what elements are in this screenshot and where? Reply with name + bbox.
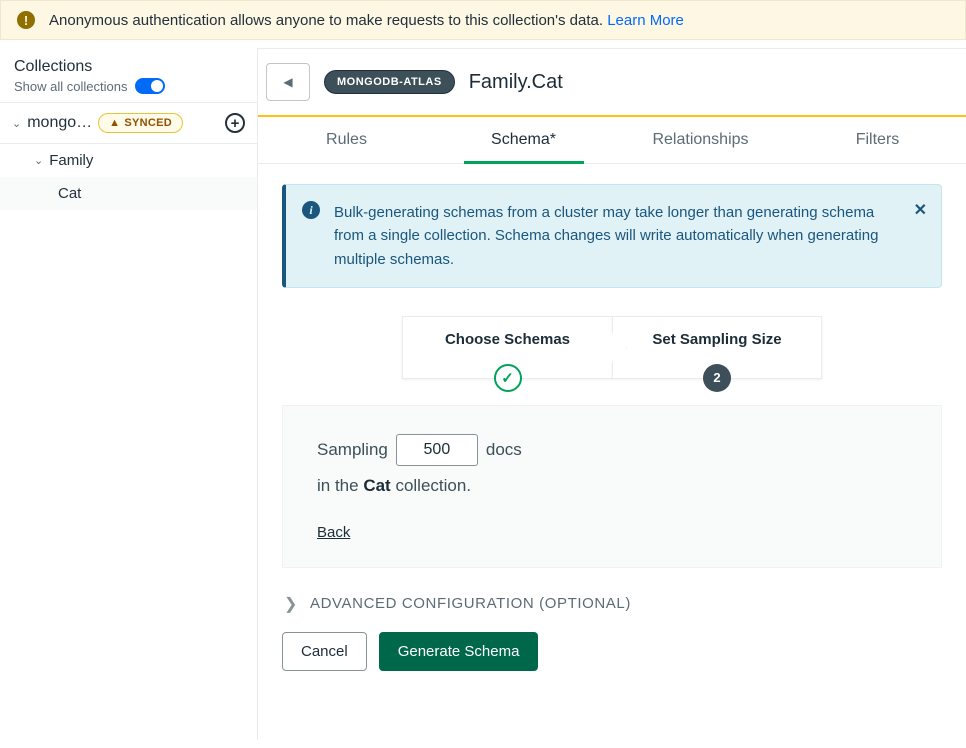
show-all-toggle[interactable] xyxy=(135,78,165,94)
stepper: Choose Schemas ✓ Set Sampling Size 2 xyxy=(282,316,942,379)
collection-title: Family.Cat xyxy=(469,71,563,94)
warning-message: Anonymous authentication allows anyone t… xyxy=(49,12,607,29)
learn-more-link[interactable]: Learn More xyxy=(607,12,684,29)
warning-icon: ! xyxy=(17,11,35,29)
check-icon: ✓ xyxy=(494,364,522,392)
sampling-input[interactable] xyxy=(396,434,478,466)
sampling-panel: Sampling docs in the Cat collection. Bac… xyxy=(282,405,942,568)
sampling-collection-name: Cat xyxy=(363,476,390,495)
step1-label: Choose Schemas xyxy=(445,331,570,348)
step2-badge: 2 xyxy=(703,364,731,392)
tab-rules[interactable]: Rules xyxy=(258,117,435,163)
chevron-down-icon: ⌄ xyxy=(12,117,21,130)
info-text: Bulk-generating schemas from a cluster m… xyxy=(334,204,878,268)
back-link[interactable]: Back xyxy=(317,524,350,541)
info-callout: i Bulk-generating schemas from a cluster… xyxy=(282,184,942,288)
main-header: ◀ MONGODB-ATLAS Family.Cat xyxy=(258,49,966,117)
tab-relationships[interactable]: Relationships xyxy=(612,117,789,163)
database-name: mongo… xyxy=(27,114,92,132)
tree-child-label: Cat xyxy=(58,185,81,202)
tree-parent-row[interactable]: ⌄ Family xyxy=(0,144,257,177)
step-choose-schemas[interactable]: Choose Schemas ✓ xyxy=(402,316,612,379)
advanced-config-toggle[interactable]: ❯ ADVANCED CONFIGURATION (OPTIONAL) xyxy=(284,594,942,614)
back-button[interactable]: ◀ xyxy=(266,63,310,101)
auth-warning-banner: ! Anonymous authentication allows anyone… xyxy=(0,0,966,40)
generate-schema-button[interactable]: Generate Schema xyxy=(379,632,539,671)
chevron-right-icon: ❯ xyxy=(284,594,298,614)
synced-badge: ▲ SYNCED xyxy=(98,113,183,133)
database-row[interactable]: ⌄ mongo… ▲ SYNCED + xyxy=(0,103,257,144)
tab-bar: Rules Schema* Relationships Filters xyxy=(258,117,966,164)
main-content: ◀ MONGODB-ATLAS Family.Cat Rules Schema*… xyxy=(258,48,966,740)
sampling-prefix: Sampling xyxy=(317,440,388,460)
synced-label: SYNCED xyxy=(124,117,172,129)
datasource-pill: MONGODB-ATLAS xyxy=(324,70,455,94)
sidebar: Collections Show all collections ⌄ mongo… xyxy=(0,48,258,740)
step-set-sampling[interactable]: Set Sampling Size 2 xyxy=(612,316,822,379)
sidebar-header: Collections Show all collections xyxy=(0,48,257,103)
tab-schema[interactable]: Schema* xyxy=(435,117,612,163)
sampling-line2-pre: in the xyxy=(317,476,363,495)
info-icon: i xyxy=(302,201,320,219)
tree-parent-label: Family xyxy=(49,152,93,169)
step2-label: Set Sampling Size xyxy=(652,331,781,348)
cancel-button[interactable]: Cancel xyxy=(282,632,367,671)
warning-triangle-icon: ▲ xyxy=(109,117,120,129)
button-row: Cancel Generate Schema xyxy=(282,632,942,671)
sampling-suffix: docs xyxy=(486,440,522,460)
tree-child-row[interactable]: Cat xyxy=(0,177,257,210)
advanced-label: ADVANCED CONFIGURATION (OPTIONAL) xyxy=(310,595,631,612)
tab-filters[interactable]: Filters xyxy=(789,117,966,163)
show-all-label: Show all collections xyxy=(14,79,127,94)
warning-text: Anonymous authentication allows anyone t… xyxy=(49,12,684,29)
sidebar-title: Collections xyxy=(14,58,243,76)
sampling-line2-post: collection. xyxy=(391,476,471,495)
close-icon[interactable]: ✕ xyxy=(914,199,927,224)
sampling-line2: in the Cat collection. xyxy=(317,476,907,496)
chevron-down-icon: ⌄ xyxy=(34,154,43,167)
add-collection-button[interactable]: + xyxy=(225,113,245,133)
